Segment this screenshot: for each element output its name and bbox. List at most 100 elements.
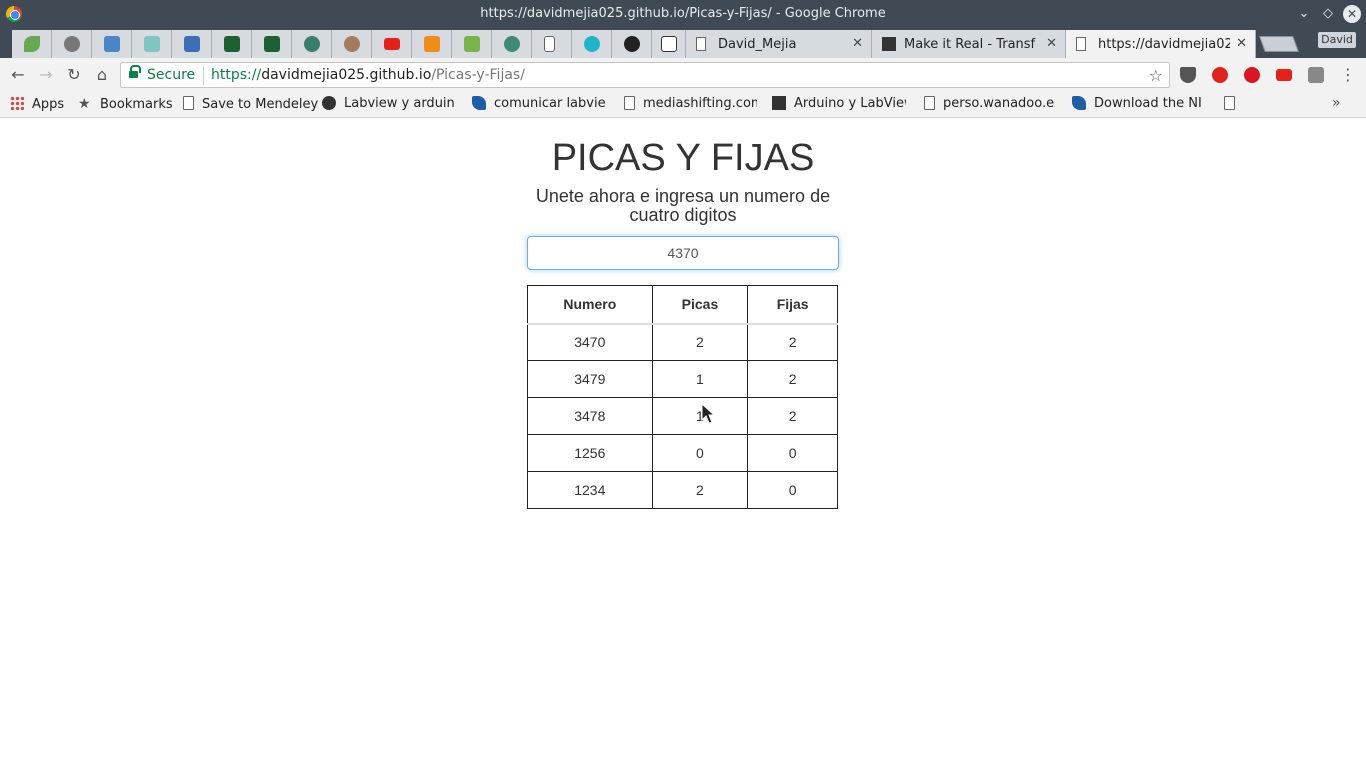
- page-icon: [183, 96, 194, 110]
- cell-fijas: 2: [747, 397, 838, 435]
- address-bar[interactable]: Secure https://davidmejia025.github.io/P…: [120, 62, 1170, 88]
- page-favicon-icon: [544, 36, 555, 52]
- bookmark-labview-arduino[interactable]: Labview y arduino: [322, 96, 454, 114]
- tab-label: https://davidmejia025: [1098, 37, 1230, 52]
- bookmark-label: comunicar labview: [494, 96, 606, 111]
- tab-active-picas-y-fijas[interactable]: https://davidmejia025 ✕: [1066, 30, 1256, 58]
- close-tab-icon[interactable]: ✕: [1046, 36, 1057, 51]
- star-icon: ★: [78, 96, 91, 112]
- bookmark-unnamed[interactable]: [1224, 96, 1243, 114]
- back-arrow-icon[interactable]: ←: [8, 65, 28, 85]
- asterisk-favicon-icon: [424, 36, 440, 52]
- cell-picas: 2: [651, 323, 749, 361]
- page-subtitle: Unete ahora e ingresa un numero de cuatr…: [535, 186, 831, 225]
- tab-david-mejia[interactable]: David_Mejia ✕: [686, 30, 872, 58]
- cell-numero: 3470: [527, 323, 653, 361]
- apps-grid-icon: [10, 96, 24, 110]
- new-tab-button[interactable]: [1259, 36, 1299, 52]
- close-tab-icon[interactable]: ✕: [1236, 36, 1247, 51]
- bookmark-mediashifting[interactable]: mediashifting.com: [624, 96, 757, 114]
- pinned-tab[interactable]: [212, 30, 252, 58]
- results-table: Numero Picas Fijas 3470 2 2 3479 1 2 347…: [527, 285, 838, 509]
- column-header-numero: Numero: [527, 285, 653, 325]
- bookmark-favicon-icon: [472, 96, 486, 110]
- page-title: PICAS Y FIJAS: [551, 137, 815, 179]
- table-row: 1256 0 0: [527, 434, 838, 472]
- home-icon[interactable]: ⌂: [92, 65, 112, 85]
- pinned-tab[interactable]: [372, 30, 412, 58]
- cell-picas: 2: [651, 471, 749, 509]
- pinned-tab[interactable]: [412, 30, 452, 58]
- adblock-extension-icon[interactable]: [1244, 67, 1260, 83]
- pinned-tab[interactable]: [92, 30, 132, 58]
- cell-fijas: 0: [747, 434, 838, 472]
- url-text[interactable]: https://davidmejia025.github.io/Picas-y-…: [211, 67, 525, 83]
- url-path: /Picas-y-Fijas/: [431, 67, 525, 83]
- bookmark-star-icon[interactable]: ☆: [1149, 66, 1163, 85]
- bookmark-comunicar-labview[interactable]: comunicar labview: [472, 96, 606, 114]
- pinned-tab[interactable]: [252, 30, 292, 58]
- bookmark-save-to-mendeley[interactable]: Save to Mendeley: [183, 96, 318, 114]
- pinned-tab[interactable]: [652, 30, 686, 58]
- tab-label: David_Mejia: [718, 37, 797, 52]
- pinned-tab[interactable]: [52, 30, 92, 58]
- opera-extension-icon[interactable]: [1212, 67, 1228, 83]
- table-row: 3470 2 2: [527, 323, 838, 361]
- pinned-tab[interactable]: [612, 30, 652, 58]
- bookmark-arduino-labview[interactable]: Arduino y LabView: [772, 96, 906, 114]
- omnibox-divider: [203, 67, 204, 85]
- page-icon: [924, 96, 935, 110]
- profile-button[interactable]: David: [1318, 32, 1356, 48]
- menu-kebab-icon[interactable]: ⋮: [1338, 65, 1358, 85]
- window-title: https://davidmejia025.github.io/Picas-y-…: [480, 6, 886, 21]
- pinned-tab[interactable]: [12, 30, 52, 58]
- pocket-extension-icon[interactable]: [1180, 67, 1196, 83]
- cell-picas: 0: [651, 434, 749, 472]
- table-row: 3479 1 2: [527, 360, 838, 398]
- secure-label: Secure: [147, 67, 196, 83]
- pinned-tab[interactable]: [532, 30, 572, 58]
- window-title-bar: https://davidmejia025.github.io/Picas-y-…: [0, 0, 1366, 28]
- board-favicon-icon: [104, 36, 120, 52]
- pinned-tab[interactable]: [492, 30, 532, 58]
- page-favicon-icon: [1076, 37, 1086, 51]
- extension-icon[interactable]: [1308, 67, 1324, 83]
- pinned-tab[interactable]: [452, 30, 492, 58]
- forward-arrow-icon[interactable]: →: [36, 65, 56, 85]
- bookmark-perso-wanadoo[interactable]: perso.wanadoo.es/: [924, 96, 1055, 114]
- tab-make-it-real[interactable]: Make it Real - Transfor ✕: [872, 30, 1066, 58]
- cell-numero: 3478: [527, 397, 653, 435]
- cell-fijas: 0: [747, 471, 838, 509]
- bookmark-bookmarks[interactable]: ★ Bookmarks: [78, 96, 173, 114]
- table-row: 3478 1 2: [527, 397, 838, 435]
- table-header-row: Numero Picas Fijas: [527, 285, 838, 325]
- cell-picas: 1: [651, 397, 749, 435]
- pinned-tab[interactable]: [332, 30, 372, 58]
- bookmark-download-ni[interactable]: Download the NI L: [1072, 96, 1206, 114]
- leaf-favicon-icon: [24, 36, 40, 52]
- cell-numero: 1256: [527, 434, 653, 472]
- close-tab-icon[interactable]: ✕: [852, 36, 863, 51]
- more-bookmarks-chevron-icon[interactable]: »: [1332, 95, 1341, 111]
- pinned-tab[interactable]: [292, 30, 332, 58]
- pinned-tab[interactable]: [132, 30, 172, 58]
- youtube-extension-icon[interactable]: [1276, 69, 1292, 81]
- minimize-icon[interactable]: ⌄: [1295, 5, 1313, 23]
- bookmark-favicon-icon: [1072, 96, 1086, 110]
- bookmark-label: Save to Mendeley: [202, 97, 319, 112]
- url-host: davidmejia025.github.io: [261, 67, 432, 83]
- bookmark-label: Download the NI L: [1094, 96, 1206, 111]
- seal-favicon-icon: [304, 36, 320, 52]
- mouse-cursor-icon: [701, 403, 715, 424]
- avatar-favicon-icon: [344, 36, 360, 52]
- guess-input[interactable]: [527, 236, 839, 270]
- circle-favicon-icon: [584, 36, 600, 52]
- reload-icon[interactable]: ↻: [64, 65, 84, 85]
- pinned-tab[interactable]: [572, 30, 612, 58]
- pinned-tab[interactable]: [172, 30, 212, 58]
- cell-fijas: 2: [747, 323, 838, 361]
- cell-picas: 1: [651, 360, 749, 398]
- bookmark-apps[interactable]: Apps: [10, 96, 64, 114]
- close-window-icon[interactable]: ✕: [1343, 5, 1361, 23]
- maximize-icon[interactable]: ◇: [1319, 5, 1337, 23]
